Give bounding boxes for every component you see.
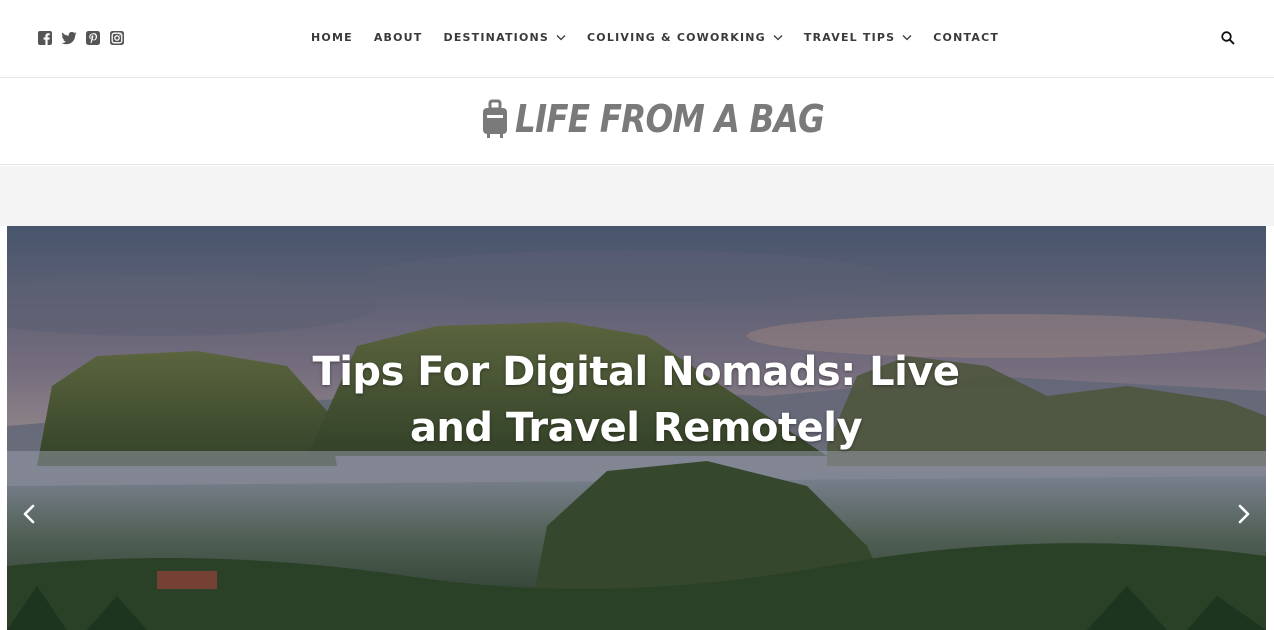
site-logo[interactable]: LIFE FROM A BAG xyxy=(482,97,874,141)
logo-band: LIFE FROM A BAG xyxy=(0,79,1274,165)
chevron-left-icon[interactable] xyxy=(17,501,43,527)
hero-title[interactable]: Tips For Digital Nomads: Live and Travel… xyxy=(286,344,986,456)
nav-item-label: DESTINATIONS xyxy=(443,30,550,44)
nav-item-about[interactable]: ABOUT xyxy=(374,31,423,44)
nav-item-coliving-coworking[interactable]: COLIVING & COWORKING xyxy=(587,31,783,44)
hero-slider: Tips For Digital Nomads: Live and Travel… xyxy=(7,226,1266,630)
twitter-icon[interactable] xyxy=(61,30,77,46)
nav-item-destinations[interactable]: DESTINATIONS xyxy=(444,31,567,44)
spacer-strip xyxy=(0,166,1274,226)
facebook-icon[interactable] xyxy=(37,30,53,46)
nav-item-label: COLIVING & COWORKING xyxy=(587,30,766,44)
top-bar: HOME ABOUT DESTINATIONS COLIVING & COWOR… xyxy=(0,0,1274,78)
nav-item-contact[interactable]: CONTACT xyxy=(933,31,999,44)
social-links xyxy=(37,30,125,46)
pinterest-icon[interactable] xyxy=(85,30,101,46)
chevron-right-icon[interactable] xyxy=(1230,501,1256,527)
nav-item-home[interactable]: HOME xyxy=(311,31,353,44)
logo-text: LIFE FROM A BAG xyxy=(515,97,825,141)
suitcase-icon xyxy=(482,99,508,139)
main-nav: HOME ABOUT DESTINATIONS COLIVING & COWOR… xyxy=(311,28,1020,46)
nav-item-label: CONTACT xyxy=(933,30,1000,44)
nav-item-label: ABOUT xyxy=(373,30,423,44)
chevron-down-icon xyxy=(773,34,783,41)
nav-item-label: TRAVEL TIPS xyxy=(803,30,896,44)
search-icon[interactable] xyxy=(1219,29,1237,47)
nav-item-travel-tips[interactable]: TRAVEL TIPS xyxy=(804,31,912,44)
chevron-down-icon xyxy=(902,34,912,41)
chevron-down-icon xyxy=(556,34,566,41)
nav-item-label: HOME xyxy=(311,30,353,44)
instagram-icon[interactable] xyxy=(109,30,125,46)
